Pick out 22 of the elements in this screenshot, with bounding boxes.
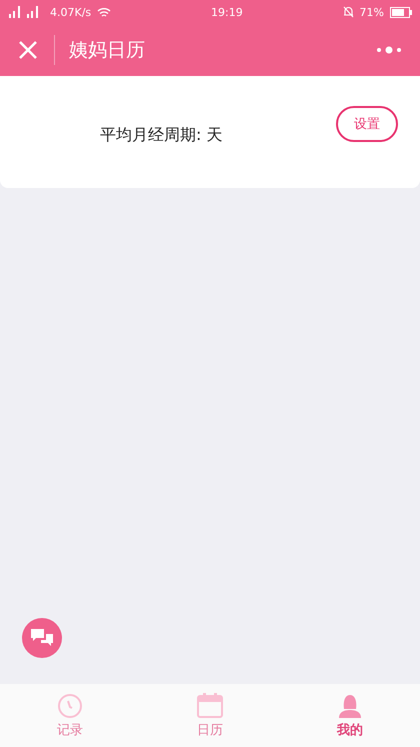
bell-muted-icon [342, 6, 354, 18]
person-icon [338, 692, 362, 718]
close-icon[interactable] [18, 40, 38, 60]
more-icon[interactable] [376, 46, 402, 54]
clock-icon [57, 692, 83, 718]
clock-time: 19:19 [211, 6, 243, 18]
battery-icon [390, 6, 412, 18]
tab-label: 我的 [337, 722, 363, 738]
tab[interactable]: 日历 [140, 684, 280, 747]
tab[interactable]: 我的 [280, 684, 420, 747]
tab-label: 日历 [197, 722, 223, 738]
wifi-icon [97, 6, 112, 18]
chat-icon [30, 628, 54, 648]
cycle-text: 平均月经周期: 天 [100, 124, 224, 146]
tab-label: 记录 [57, 722, 83, 738]
chat-button[interactable] [22, 618, 62, 658]
settings-button[interactable]: 设置 [336, 106, 398, 142]
window-title: 姨妈日历 [54, 35, 376, 65]
battery-percent: 71% [360, 6, 384, 18]
calendar-icon [197, 692, 223, 718]
tab[interactable]: 记录 [0, 684, 140, 747]
network-speed: 4.07K/s [50, 6, 92, 18]
